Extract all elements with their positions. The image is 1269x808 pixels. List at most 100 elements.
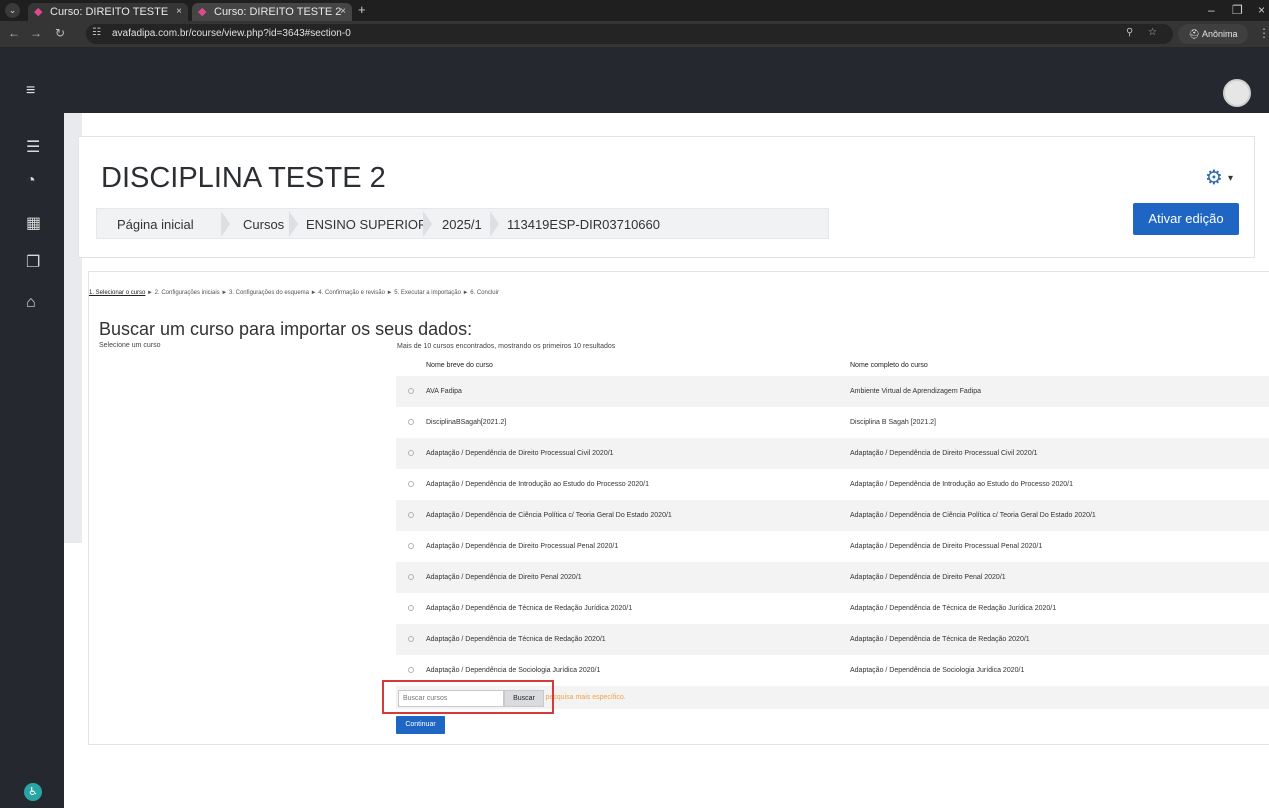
browser-tab-2[interactable]: ◆ Curso: DIREITO TESTE 2 × xyxy=(192,3,352,21)
table-row[interactable]: DisciplinaBSagah[2021.2] Disciplina B Sa… xyxy=(396,407,1269,438)
address-bar[interactable]: ☷ avafadipa.com.br/course/view.php?id=36… xyxy=(86,24,1173,44)
reload-icon[interactable]: ↻ xyxy=(55,26,65,40)
import-steps: 1. Selecionar o curso ► 2. Configurações… xyxy=(89,290,499,296)
gear-icon[interactable]: ⚙ xyxy=(1205,165,1223,190)
short-name-cell: Adaptação / Dependência de Técnica de Re… xyxy=(426,624,850,655)
short-name-cell: DisciplinaBSagah[2021.2] xyxy=(426,419,507,426)
full-name-cell: Adaptação / Dependência de Direito Penal… xyxy=(850,562,1269,593)
short-name-cell: Adaptação / Dependência de Ciência Polít… xyxy=(426,500,850,531)
table-row[interactable]: Adaptação / Dependência de Direito Penal… xyxy=(396,562,1269,593)
nav-drawer: ☰ ◔ ▦ ❐ ⌂ xyxy=(0,113,64,808)
course-radio[interactable] xyxy=(408,542,414,549)
short-name-cell: Adaptação / Dependência de Direito Penal… xyxy=(426,562,850,593)
chevron-down-icon[interactable]: ▾ xyxy=(1228,173,1233,184)
course-radio[interactable] xyxy=(408,604,414,611)
close-tab-icon[interactable]: × xyxy=(340,3,346,21)
full-name-cell: Ambiente Virtual de Aprendizagem Fadipa xyxy=(850,376,1269,407)
browser-tabbar: ⌄ ◆ Curso: DIREITO TESTE × ◆ Curso: DIRE… xyxy=(0,0,1269,21)
table-row[interactable]: Adaptação / Dependência de Técnica de Re… xyxy=(396,593,1269,624)
back-icon[interactable]: ← xyxy=(8,26,20,40)
breadcrumb-separator xyxy=(423,209,437,238)
full-name-cell: Adaptação / Dependência de Sociologia Ju… xyxy=(850,667,1025,674)
site-info-icon[interactable]: ☷ xyxy=(92,27,101,38)
moodle-favicon-icon: ◆ xyxy=(198,6,207,18)
browser-toolbar: ← → ↻ ☷ avafadipa.com.br/course/view.php… xyxy=(0,21,1269,47)
accessibility-icon[interactable]: ♿ xyxy=(24,783,42,801)
close-tab-icon[interactable]: × xyxy=(176,3,182,21)
hamburger-menu-icon[interactable]: ≡ xyxy=(26,82,35,100)
close-window-icon[interactable]: × xyxy=(1258,3,1265,17)
browser-tab-title: Curso: DIREITO TESTE 2 xyxy=(214,6,342,18)
table-row[interactable]: Adaptação / Dependência de Direito Proce… xyxy=(396,438,1269,469)
zoom-icon[interactable]: ⚲ xyxy=(1126,27,1133,38)
step-select-course: 1. Selecionar o curso xyxy=(89,290,146,296)
list-icon[interactable]: ☰ xyxy=(26,137,40,157)
table-header-row: Nome breve do curso Nome completo do cur… xyxy=(396,354,1269,376)
course-radio[interactable] xyxy=(408,418,414,425)
url-text[interactable]: avafadipa.com.br/course/view.php?id=3643… xyxy=(112,28,351,39)
short-name-cell: Adaptação / Dependência de Introdução ao… xyxy=(426,481,649,488)
table-row[interactable]: Adaptação / Dependência de Direito Proce… xyxy=(396,531,1269,562)
table-row[interactable]: Adaptação / Dependência de Técnica de Re… xyxy=(396,624,1269,655)
select-course-label: Selecione um curso xyxy=(99,342,161,349)
breadcrumb-separator xyxy=(221,209,235,238)
restore-icon[interactable]: ❐ xyxy=(1232,3,1243,17)
breadcrumb: Página inicial Cursos ENSINO SUPERIOR 20… xyxy=(96,208,829,239)
full-name-cell: Adaptação / Dependência de Direito Proce… xyxy=(850,438,1269,469)
user-avatar[interactable] xyxy=(1223,79,1251,107)
moodle-favicon-icon: ◆ xyxy=(34,6,43,18)
site-navbar: ≡ xyxy=(0,47,1269,113)
bookmark-star-icon[interactable]: ☆ xyxy=(1148,27,1157,38)
continue-button[interactable]: Continuar xyxy=(396,716,445,734)
breadcrumb-separator xyxy=(490,209,504,238)
calendar-icon[interactable]: ▦ xyxy=(26,213,41,233)
table-row[interactable]: AVA Fadipa Ambiente Virtual de Aprendiza… xyxy=(396,376,1269,407)
browser-menu-icon[interactable]: ⋮ xyxy=(1258,26,1269,40)
browser-tab-1[interactable]: ◆ Curso: DIREITO TESTE × xyxy=(28,3,188,21)
search-courses-input[interactable] xyxy=(398,690,504,707)
short-name-cell: AVA Fadipa xyxy=(426,376,850,407)
column-full-name: Nome completo do curso xyxy=(850,361,928,369)
breadcrumb-semester[interactable]: 2025/1 xyxy=(442,217,482,232)
tab-search-icon[interactable]: ⌄ xyxy=(5,3,20,18)
search-highlight-box: Buscar xyxy=(382,680,554,714)
breadcrumb-courses[interactable]: Cursos xyxy=(243,217,284,232)
course-radio[interactable] xyxy=(408,666,414,673)
minimize-icon[interactable]: – xyxy=(1208,3,1215,17)
short-name-cell: Adaptação / Dependência de Direito Proce… xyxy=(426,543,619,550)
full-name-cell: Adaptação / Dependência de Introdução ao… xyxy=(850,481,1073,488)
full-name-cell: Adaptação / Dependência de Ciência Polít… xyxy=(850,500,1269,531)
breadcrumb-course[interactable]: 113419ESP-DIR03710660 xyxy=(507,217,660,232)
breadcrumb-category[interactable]: ENSINO SUPERIOR xyxy=(306,217,427,232)
import-course-card: 1. Selecionar o curso ► 2. Configurações… xyxy=(88,271,1269,745)
new-tab-button[interactable]: + xyxy=(358,2,366,17)
full-name-cell: Adaptação / Dependência de Técnica de Re… xyxy=(850,605,1057,612)
breadcrumb-separator xyxy=(289,209,303,238)
breadcrumb-home[interactable]: Página inicial xyxy=(117,217,194,232)
search-button[interactable]: Buscar xyxy=(504,690,544,707)
results-note: Mais de 10 cursos encontrados, mostrando… xyxy=(397,343,616,350)
incognito-icon: ⛑ xyxy=(1188,29,1200,39)
course-radio[interactable] xyxy=(408,511,414,518)
course-radio[interactable] xyxy=(408,573,414,580)
files-icon[interactable]: ❐ xyxy=(26,252,40,272)
table-row[interactable]: Adaptação / Dependência de Ciência Polít… xyxy=(396,500,1269,531)
incognito-profile-button[interactable]: ⛑ Anônima xyxy=(1178,24,1248,44)
course-radio[interactable] xyxy=(408,387,414,394)
full-name-cell: Adaptação / Dependência de Direito Proce… xyxy=(850,543,1043,550)
course-header: DISCIPLINA TESTE 2 ⚙ ▾ Página inicial Cu… xyxy=(78,136,1255,258)
course-radio[interactable] xyxy=(408,449,414,456)
table-row[interactable]: Adaptação / Dependência de Introdução ao… xyxy=(396,469,1269,500)
dashboard-icon[interactable]: ◔ xyxy=(26,172,36,190)
course-radio[interactable] xyxy=(408,635,414,642)
short-name-cell: Adaptação / Dependência de Direito Proce… xyxy=(426,438,850,469)
full-name-cell: Adaptação / Dependência de Técnica de Re… xyxy=(850,624,1269,655)
graduation-cap-icon[interactable]: ⌂ xyxy=(26,294,36,312)
enable-editing-button[interactable]: Ativar edição xyxy=(1133,203,1239,235)
page-title: DISCIPLINA TESTE 2 xyxy=(101,162,386,194)
full-name-cell: Disciplina B Sagah [2021.2] xyxy=(850,419,936,426)
course-results-table: Nome breve do curso Nome completo do cur… xyxy=(396,354,1269,709)
course-radio[interactable] xyxy=(408,480,414,487)
forward-icon[interactable]: → xyxy=(30,26,42,40)
search-heading: Buscar um curso para importar os seus da… xyxy=(99,319,473,339)
